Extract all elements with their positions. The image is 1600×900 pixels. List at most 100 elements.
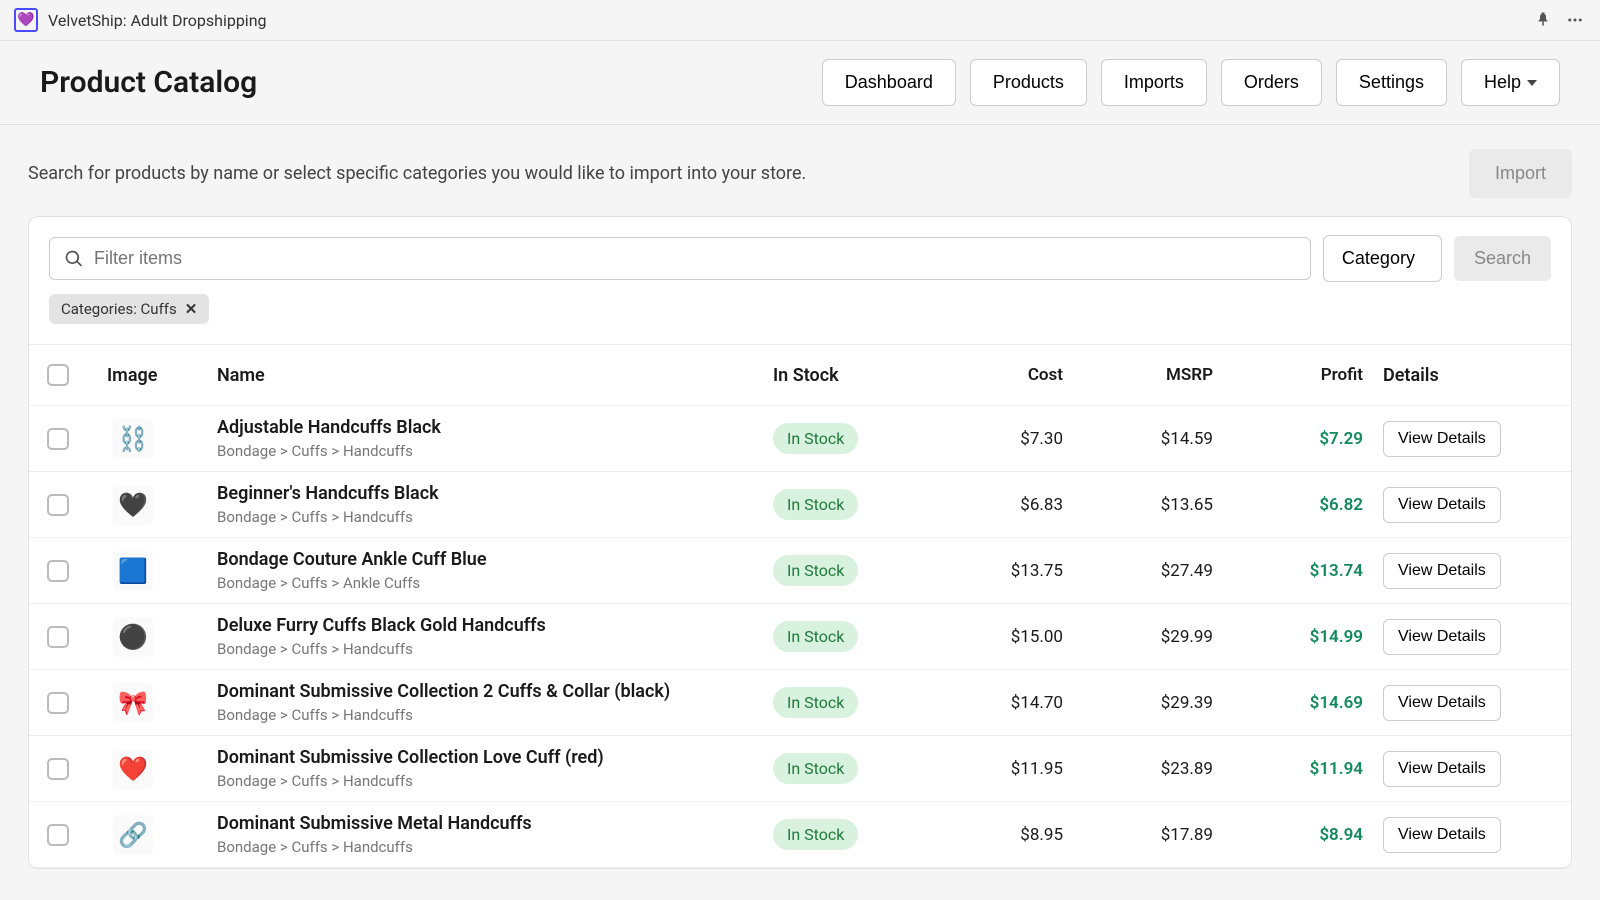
import-button[interactable]: Import xyxy=(1469,149,1572,198)
profit-value: $7.29 xyxy=(1233,429,1383,449)
col-details: Details xyxy=(1383,365,1553,386)
table-row: 🟦 Bondage Couture Ankle Cuff Blue Bondag… xyxy=(29,538,1571,604)
search-button[interactable]: Search xyxy=(1454,236,1551,281)
msrp-value: $13.65 xyxy=(1083,495,1233,515)
col-profit: Profit xyxy=(1233,365,1383,385)
msrp-value: $17.89 xyxy=(1083,825,1233,845)
product-name: Dominant Submissive Collection Love Cuff… xyxy=(217,747,773,768)
stock-badge: In Stock xyxy=(773,555,858,586)
row-checkbox[interactable] xyxy=(47,692,69,714)
col-cost: Cost xyxy=(933,365,1083,385)
msrp-value: $29.99 xyxy=(1083,627,1233,647)
select-all-checkbox[interactable] xyxy=(47,364,69,386)
msrp-value: $14.59 xyxy=(1083,429,1233,449)
stock-badge: In Stock xyxy=(773,621,858,652)
catalog-panel: Category Search Categories: Cuffs ✕ Imag… xyxy=(28,216,1572,869)
profit-value: $6.82 xyxy=(1233,495,1383,515)
nav-dashboard[interactable]: Dashboard xyxy=(822,59,956,106)
cost-value: $14.70 xyxy=(933,693,1083,713)
col-name: Name xyxy=(217,365,773,386)
filter-row: Category Search xyxy=(29,217,1571,294)
view-details-button[interactable]: View Details xyxy=(1383,619,1501,655)
product-name: Dominant Submissive Metal Handcuffs xyxy=(217,813,773,834)
cost-value: $8.95 xyxy=(933,825,1083,845)
row-checkbox[interactable] xyxy=(47,626,69,648)
category-label: Category xyxy=(1342,248,1415,269)
category-dropdown[interactable]: Category xyxy=(1323,235,1442,282)
close-icon[interactable]: ✕ xyxy=(185,300,198,318)
product-name: Bondage Couture Ankle Cuff Blue xyxy=(217,549,773,570)
msrp-value: $29.39 xyxy=(1083,693,1233,713)
col-msrp: MSRP xyxy=(1083,365,1233,385)
profit-value: $13.74 xyxy=(1233,561,1383,581)
table-row: 🎀 Dominant Submissive Collection 2 Cuffs… xyxy=(29,670,1571,736)
search-icon xyxy=(64,249,84,269)
product-breadcrumb: Bondage > Cuffs > Handcuffs xyxy=(217,838,773,856)
cost-value: $6.83 xyxy=(933,495,1083,515)
pin-icon[interactable] xyxy=(1532,9,1554,31)
cost-value: $11.95 xyxy=(933,759,1083,779)
page-title: Product Catalog xyxy=(40,65,257,100)
nav-settings[interactable]: Settings xyxy=(1336,59,1447,106)
product-breadcrumb: Bondage > Cuffs > Ankle Cuffs xyxy=(217,574,773,592)
stock-badge: In Stock xyxy=(773,687,858,718)
search-input[interactable] xyxy=(94,248,1296,269)
stock-badge: In Stock xyxy=(773,819,858,850)
view-details-button[interactable]: View Details xyxy=(1383,421,1501,457)
msrp-value: $27.49 xyxy=(1083,561,1233,581)
row-checkbox[interactable] xyxy=(47,758,69,780)
view-details-button[interactable]: View Details xyxy=(1383,685,1501,721)
page-header: Product Catalog Dashboard Products Impor… xyxy=(0,41,1600,125)
product-name: Deluxe Furry Cuffs Black Gold Handcuffs xyxy=(217,615,773,636)
col-image: Image xyxy=(107,365,217,386)
filter-chip-categories[interactable]: Categories: Cuffs ✕ xyxy=(49,294,209,324)
nav-products[interactable]: Products xyxy=(970,59,1087,106)
view-details-button[interactable]: View Details xyxy=(1383,751,1501,787)
profit-value: $11.94 xyxy=(1233,759,1383,779)
product-breadcrumb: Bondage > Cuffs > Handcuffs xyxy=(217,508,773,526)
product-thumbnail: 🖤 xyxy=(113,485,153,525)
col-instock: In Stock xyxy=(773,365,933,386)
product-thumbnail: 🔗 xyxy=(113,815,153,855)
nav-orders[interactable]: Orders xyxy=(1221,59,1322,106)
table-row: ⛓️ Adjustable Handcuffs Black Bondage > … xyxy=(29,406,1571,472)
product-breadcrumb: Bondage > Cuffs > Handcuffs xyxy=(217,640,773,658)
app-logo-icon: 💜 xyxy=(14,8,38,32)
product-breadcrumb: Bondage > Cuffs > Handcuffs xyxy=(217,772,773,790)
product-name: Beginner's Handcuffs Black xyxy=(217,483,773,504)
search-input-wrap[interactable] xyxy=(49,237,1311,280)
help-text: Search for products by name or select sp… xyxy=(28,163,806,184)
product-thumbnail: 🟦 xyxy=(113,551,153,591)
table-row: ⚫ Deluxe Furry Cuffs Black Gold Handcuff… xyxy=(29,604,1571,670)
row-checkbox[interactable] xyxy=(47,428,69,450)
product-thumbnail: ⚫ xyxy=(113,617,153,657)
table-row: 🔗 Dominant Submissive Metal Handcuffs Bo… xyxy=(29,802,1571,868)
view-details-button[interactable]: View Details xyxy=(1383,817,1501,853)
stock-badge: In Stock xyxy=(773,423,858,454)
profit-value: $14.99 xyxy=(1233,627,1383,647)
row-checkbox[interactable] xyxy=(47,494,69,516)
product-thumbnail: ⛓️ xyxy=(113,419,153,459)
chevron-down-icon xyxy=(1527,80,1537,86)
product-breadcrumb: Bondage > Cuffs > Handcuffs xyxy=(217,706,773,724)
view-details-button[interactable]: View Details xyxy=(1383,553,1501,589)
product-table: Image Name In Stock Cost MSRP Profit Det… xyxy=(29,344,1571,868)
product-breadcrumb: Bondage > Cuffs > Handcuffs xyxy=(217,442,773,460)
app-title: VelvetShip: Adult Dropshipping xyxy=(48,11,267,30)
more-icon[interactable] xyxy=(1564,9,1586,31)
row-checkbox[interactable] xyxy=(47,824,69,846)
table-row: ❤️ Dominant Submissive Collection Love C… xyxy=(29,736,1571,802)
product-thumbnail: 🎀 xyxy=(113,683,153,723)
filter-chips: Categories: Cuffs ✕ xyxy=(29,294,1571,338)
nav-help[interactable]: Help xyxy=(1461,59,1560,106)
chip-label: Categories: Cuffs xyxy=(61,300,177,318)
cost-value: $15.00 xyxy=(933,627,1083,647)
product-thumbnail: ❤️ xyxy=(113,749,153,789)
product-name: Dominant Submissive Collection 2 Cuffs &… xyxy=(217,681,773,702)
profit-value: $8.94 xyxy=(1233,825,1383,845)
nav-imports[interactable]: Imports xyxy=(1101,59,1207,106)
stock-badge: In Stock xyxy=(773,489,858,520)
row-checkbox[interactable] xyxy=(47,560,69,582)
view-details-button[interactable]: View Details xyxy=(1383,487,1501,523)
cost-value: $7.30 xyxy=(933,429,1083,449)
